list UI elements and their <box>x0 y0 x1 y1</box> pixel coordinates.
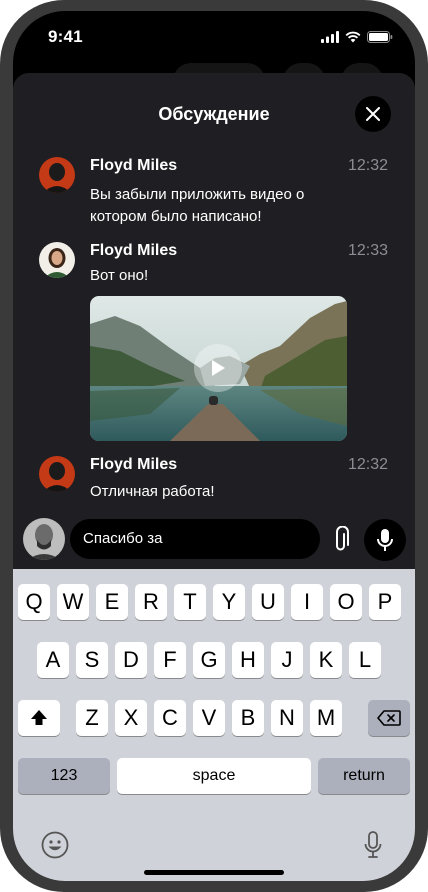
discussion-sheet: Обсуждение Floyd Miles 12:32 Вы забыли п… <box>13 73 415 881</box>
video-attachment[interactable] <box>90 296 347 441</box>
shift-key[interactable] <box>18 700 60 736</box>
paperclip-icon <box>336 525 349 551</box>
key-p[interactable]: P <box>369 584 401 620</box>
backspace-key[interactable] <box>368 700 410 736</box>
key-l[interactable]: L <box>349 642 381 678</box>
screen: 9:41 Обсуждение Floyd Miles 12:32 Вы заб… <box>13 11 415 881</box>
status-icons <box>321 31 393 43</box>
sender-name: Floyd Miles <box>90 242 178 259</box>
dictation-button[interactable] <box>357 829 389 861</box>
key-r[interactable]: R <box>135 584 167 620</box>
key-k[interactable]: K <box>310 642 342 678</box>
key-v[interactable]: V <box>193 700 225 736</box>
message-input[interactable]: Спасибо за <box>70 519 320 559</box>
emoji-icon <box>41 831 69 859</box>
key-a[interactable]: A <box>37 642 69 678</box>
emoji-button[interactable] <box>39 829 71 861</box>
voice-message-button[interactable] <box>364 519 406 561</box>
key-n[interactable]: N <box>271 700 303 736</box>
key-h[interactable]: H <box>232 642 264 678</box>
attach-button[interactable] <box>331 525 351 554</box>
key-e[interactable]: E <box>96 584 128 620</box>
status-bar: 9:41 <box>13 11 415 65</box>
key-s[interactable]: S <box>76 642 108 678</box>
key-i[interactable]: I <box>291 584 323 620</box>
close-button[interactable] <box>355 96 391 132</box>
microphone-icon <box>377 529 393 551</box>
key-c[interactable]: C <box>154 700 186 736</box>
key-f[interactable]: F <box>154 642 186 678</box>
dictation-icon <box>364 831 382 858</box>
message-time: 12:32 <box>347 456 388 473</box>
key-d[interactable]: D <box>115 642 147 678</box>
avatar <box>39 242 75 278</box>
sender-name: Floyd Miles <box>90 157 178 174</box>
numbers-key[interactable]: 123 <box>18 758 110 794</box>
avatar <box>39 456 75 492</box>
key-q[interactable]: Q <box>18 584 50 620</box>
key-w[interactable]: W <box>57 584 89 620</box>
key-m[interactable]: M <box>310 700 342 736</box>
key-x[interactable]: X <box>115 700 147 736</box>
status-time: 9:41 <box>48 27 83 46</box>
avatar <box>23 518 65 560</box>
close-icon <box>366 107 380 121</box>
home-indicator[interactable] <box>144 870 284 875</box>
key-u[interactable]: U <box>252 584 284 620</box>
key-j[interactable]: J <box>271 642 303 678</box>
message-text: Вы забыли приложить видео о котором было… <box>90 186 305 225</box>
key-t[interactable]: T <box>174 584 206 620</box>
shift-icon <box>31 710 47 725</box>
battery-icon <box>367 31 393 43</box>
sender-name: Floyd Miles <box>90 456 178 473</box>
message-text: Вот оно! <box>90 267 149 284</box>
backspace-icon <box>377 710 401 726</box>
key-y[interactable]: Y <box>213 584 245 620</box>
play-icon <box>212 360 225 376</box>
message-text: Отличная работа! <box>90 483 215 500</box>
wifi-icon <box>345 31 361 43</box>
key-z[interactable]: Z <box>76 700 108 736</box>
space-key[interactable]: space <box>117 758 311 794</box>
avatar <box>39 157 75 193</box>
play-button[interactable] <box>194 344 242 392</box>
key-o[interactable]: O <box>330 584 362 620</box>
phone-frame: 9:41 Обсуждение Floyd Miles 12:32 Вы заб… <box>0 0 428 892</box>
composer: Спасибо за <box>13 514 415 568</box>
message-time: 12:33 <box>347 242 388 259</box>
return-key[interactable]: return <box>318 758 410 794</box>
key-b[interactable]: B <box>232 700 264 736</box>
keyboard: Q W E R T Y U I O P A S D F G H J K L Z … <box>13 569 415 881</box>
key-g[interactable]: G <box>193 642 225 678</box>
cellular-signal-icon <box>321 31 339 43</box>
message-time: 12:32 <box>347 157 388 174</box>
